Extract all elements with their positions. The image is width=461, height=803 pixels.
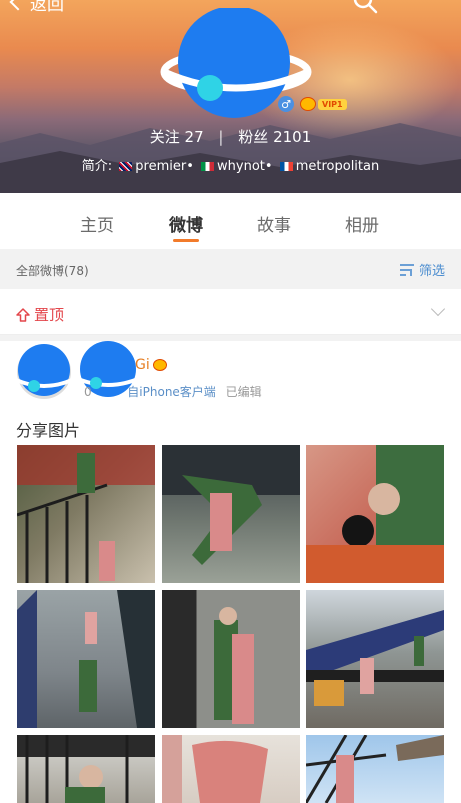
search-icon[interactable] — [352, 0, 378, 14]
fans-label: 粉丝 — [238, 128, 269, 146]
post-photo[interactable] — [306, 445, 444, 583]
tab-album[interactable]: 相册 — [345, 211, 379, 236]
back-chevron-icon — [9, 0, 27, 11]
following-stat[interactable]: 关注 27 — [150, 128, 209, 146]
bio-prefix: 简介: — [81, 159, 113, 174]
post-photo[interactable] — [162, 445, 300, 583]
chevron-down-icon[interactable] — [430, 301, 446, 317]
post-photo[interactable] — [306, 735, 444, 803]
post-photo[interactable] — [162, 735, 300, 803]
italy-flag-icon — [201, 162, 215, 171]
post-photo[interactable] — [162, 590, 300, 728]
following-label: 关注 — [149, 128, 180, 146]
author-name-fragment: Gi — [135, 357, 150, 373]
pinned-label-group: 置顶 — [16, 304, 64, 325]
vip-crown-icon — [152, 359, 167, 371]
crown-icon — [300, 97, 316, 111]
user-badges: ♂ VIP1 — [278, 96, 347, 112]
tab-stories[interactable]: 故事 — [257, 211, 291, 236]
following-count: 27 — [184, 128, 204, 146]
tab-home[interactable]: 主页 — [80, 211, 114, 236]
fans-stat[interactable]: 粉丝 2101 — [238, 128, 311, 146]
tab-weibo[interactable]: 微博 — [169, 211, 203, 236]
france-flag-icon — [279, 162, 293, 171]
bio-dot: • — [264, 159, 273, 174]
post-author-name[interactable]: Gi — [135, 357, 167, 373]
follow-stats: 关注 27 | 粉丝 2101 — [0, 126, 461, 147]
post-photo[interactable] — [17, 735, 155, 803]
bio-item: premier — [135, 159, 187, 174]
pinned-row[interactable]: 置顶 — [0, 289, 461, 335]
post-card: Gi 0 自iPhone客户端 已编辑 分享图片 — [0, 341, 461, 803]
back-label: 返回 — [30, 0, 64, 15]
bio-item: whynot — [217, 159, 265, 174]
bio-item: metropolitan — [295, 159, 380, 174]
post-time: 0 — [84, 385, 92, 399]
bio-dot: • — [186, 159, 194, 174]
planet-sticker-icon[interactable] — [16, 344, 72, 400]
pinned-label: 置顶 — [34, 306, 65, 324]
vip-crown-icon[interactable]: VIP1 — [300, 97, 347, 111]
post-source[interactable]: 自iPhone客户端 — [127, 385, 216, 399]
bio: 简介: premier• whynot• metropolitan — [0, 155, 461, 174]
uk-flag-icon — [119, 162, 133, 171]
vip-level-tag: VIP1 — [318, 98, 347, 110]
stat-separator: | — [218, 128, 224, 146]
profile-tabs: 主页 微博 故事 相册 — [0, 193, 461, 249]
fans-count: 2101 — [273, 128, 312, 146]
post-text: 分享图片 — [16, 421, 81, 440]
post-photo[interactable] — [17, 590, 155, 728]
post-meta: 0 自iPhone客户端 已编辑 — [84, 383, 262, 400]
filter-label: 筛选 — [418, 264, 445, 279]
filter-icon — [399, 263, 414, 276]
pin-up-icon — [16, 307, 30, 322]
gender-male-icon: ♂ — [278, 96, 294, 112]
active-tab-indicator — [173, 239, 199, 242]
post-count: 全部微博(78) — [16, 264, 89, 278]
back-button[interactable]: 返回 — [9, 0, 64, 15]
profile-header: 返回 ♂ VIP1 关注 27 | 粉丝 2101 简介: premier• w… — [0, 0, 461, 193]
post-photo[interactable] — [17, 445, 155, 583]
filter-button[interactable]: 筛选 — [399, 260, 445, 279]
post-photo[interactable] — [306, 590, 444, 728]
filter-bar: 全部微博(78) 筛选 — [0, 249, 461, 289]
post-edited: 已编辑 — [225, 385, 262, 399]
